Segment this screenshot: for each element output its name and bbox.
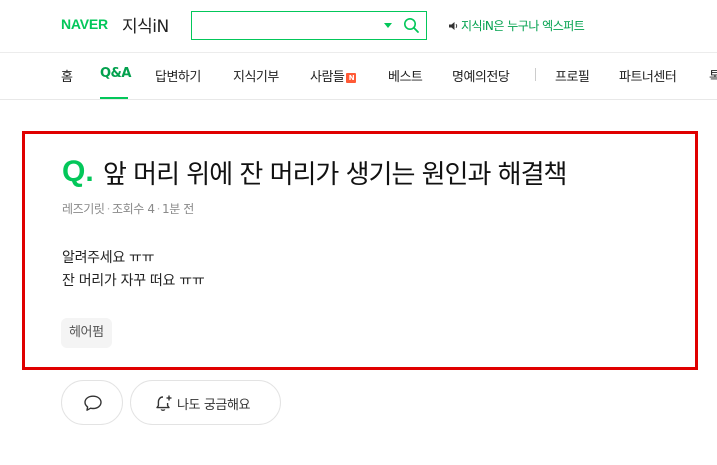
speech-bubble-icon bbox=[84, 395, 102, 411]
nav-active-indicator bbox=[100, 97, 128, 99]
speaker-icon bbox=[449, 22, 458, 30]
search-input[interactable] bbox=[198, 15, 378, 36]
question-body: 알려주세요 ㅠㅠ 잔 머리가 자꾸 떠요 ㅠㅠ bbox=[62, 247, 205, 293]
question-card: Q. 앞 머리 위에 잔 머리가 생기는 원인과 해결책 레즈기릿 · 조회수 4 ·… bbox=[22, 131, 698, 370]
meta-separator: · bbox=[106, 202, 111, 216]
nav-profile[interactable]: 프로필 bbox=[555, 66, 590, 85]
curious-button-label: 나도 궁금해요 bbox=[177, 398, 251, 413]
nav-partner-center[interactable]: 파트너센터 bbox=[619, 66, 677, 85]
author-name[interactable]: 레즈기릿 bbox=[62, 202, 105, 216]
meta-separator: · bbox=[156, 202, 161, 216]
kin-logo[interactable]: 지식iN bbox=[122, 12, 169, 37]
naver-logo[interactable]: NAVER bbox=[61, 16, 108, 32]
nav-people[interactable]: 사람들 N bbox=[310, 66, 357, 85]
nav-best[interactable]: 베스트 bbox=[388, 66, 423, 85]
question-title: 앞 머리 위에 잔 머리가 생기는 원인과 해결책 bbox=[103, 160, 567, 190]
nav-answer[interactable]: 답변하기 bbox=[155, 66, 201, 85]
post-time: 1분 전 bbox=[161, 202, 194, 216]
expert-notice-link[interactable]: 지식iN은 누구나 엑스퍼트 bbox=[448, 17, 585, 34]
new-badge: N bbox=[346, 73, 357, 83]
nav-hall-of-fame[interactable]: 명예의전당 bbox=[452, 66, 510, 85]
nav-divider bbox=[535, 68, 536, 81]
nav-qna[interactable]: Q&A bbox=[100, 66, 131, 81]
global-header: NAVER 지식iN 지식iN은 누구나 엑스퍼트 bbox=[0, 0, 717, 53]
question-tag[interactable]: 헤어펌 bbox=[61, 318, 112, 348]
comment-button[interactable] bbox=[61, 380, 123, 425]
question-mark-label: Q. bbox=[62, 155, 94, 188]
view-count: 조회수 4 bbox=[111, 202, 155, 216]
bell-plus-icon bbox=[156, 395, 172, 411]
curious-button[interactable]: 나도 궁금해요 bbox=[130, 380, 281, 425]
nav-home[interactable]: 홈 bbox=[61, 66, 73, 85]
question-meta: 레즈기릿 · 조회수 4 · 1분 전 bbox=[62, 200, 194, 217]
nav-people-label: 사람들 bbox=[310, 70, 345, 85]
nav-donate[interactable]: 지식기부 bbox=[233, 66, 279, 85]
notice-text: 지식iN은 누구나 엑스퍼트 bbox=[461, 19, 585, 33]
body-line: 알려주세요 ㅠㅠ bbox=[62, 250, 155, 266]
nav-talk[interactable]: 톡 bbox=[709, 66, 717, 85]
body-line: 잔 머리가 자꾸 떠요 ㅠㅠ bbox=[62, 273, 205, 289]
search-dropdown-icon[interactable] bbox=[384, 23, 392, 28]
search-box bbox=[191, 11, 427, 40]
main-nav: 홈 Q&A 답변하기 지식기부 사람들 N 베스트 명예의전당 프로필 파트너센터… bbox=[0, 54, 717, 100]
search-icon[interactable] bbox=[403, 17, 420, 34]
